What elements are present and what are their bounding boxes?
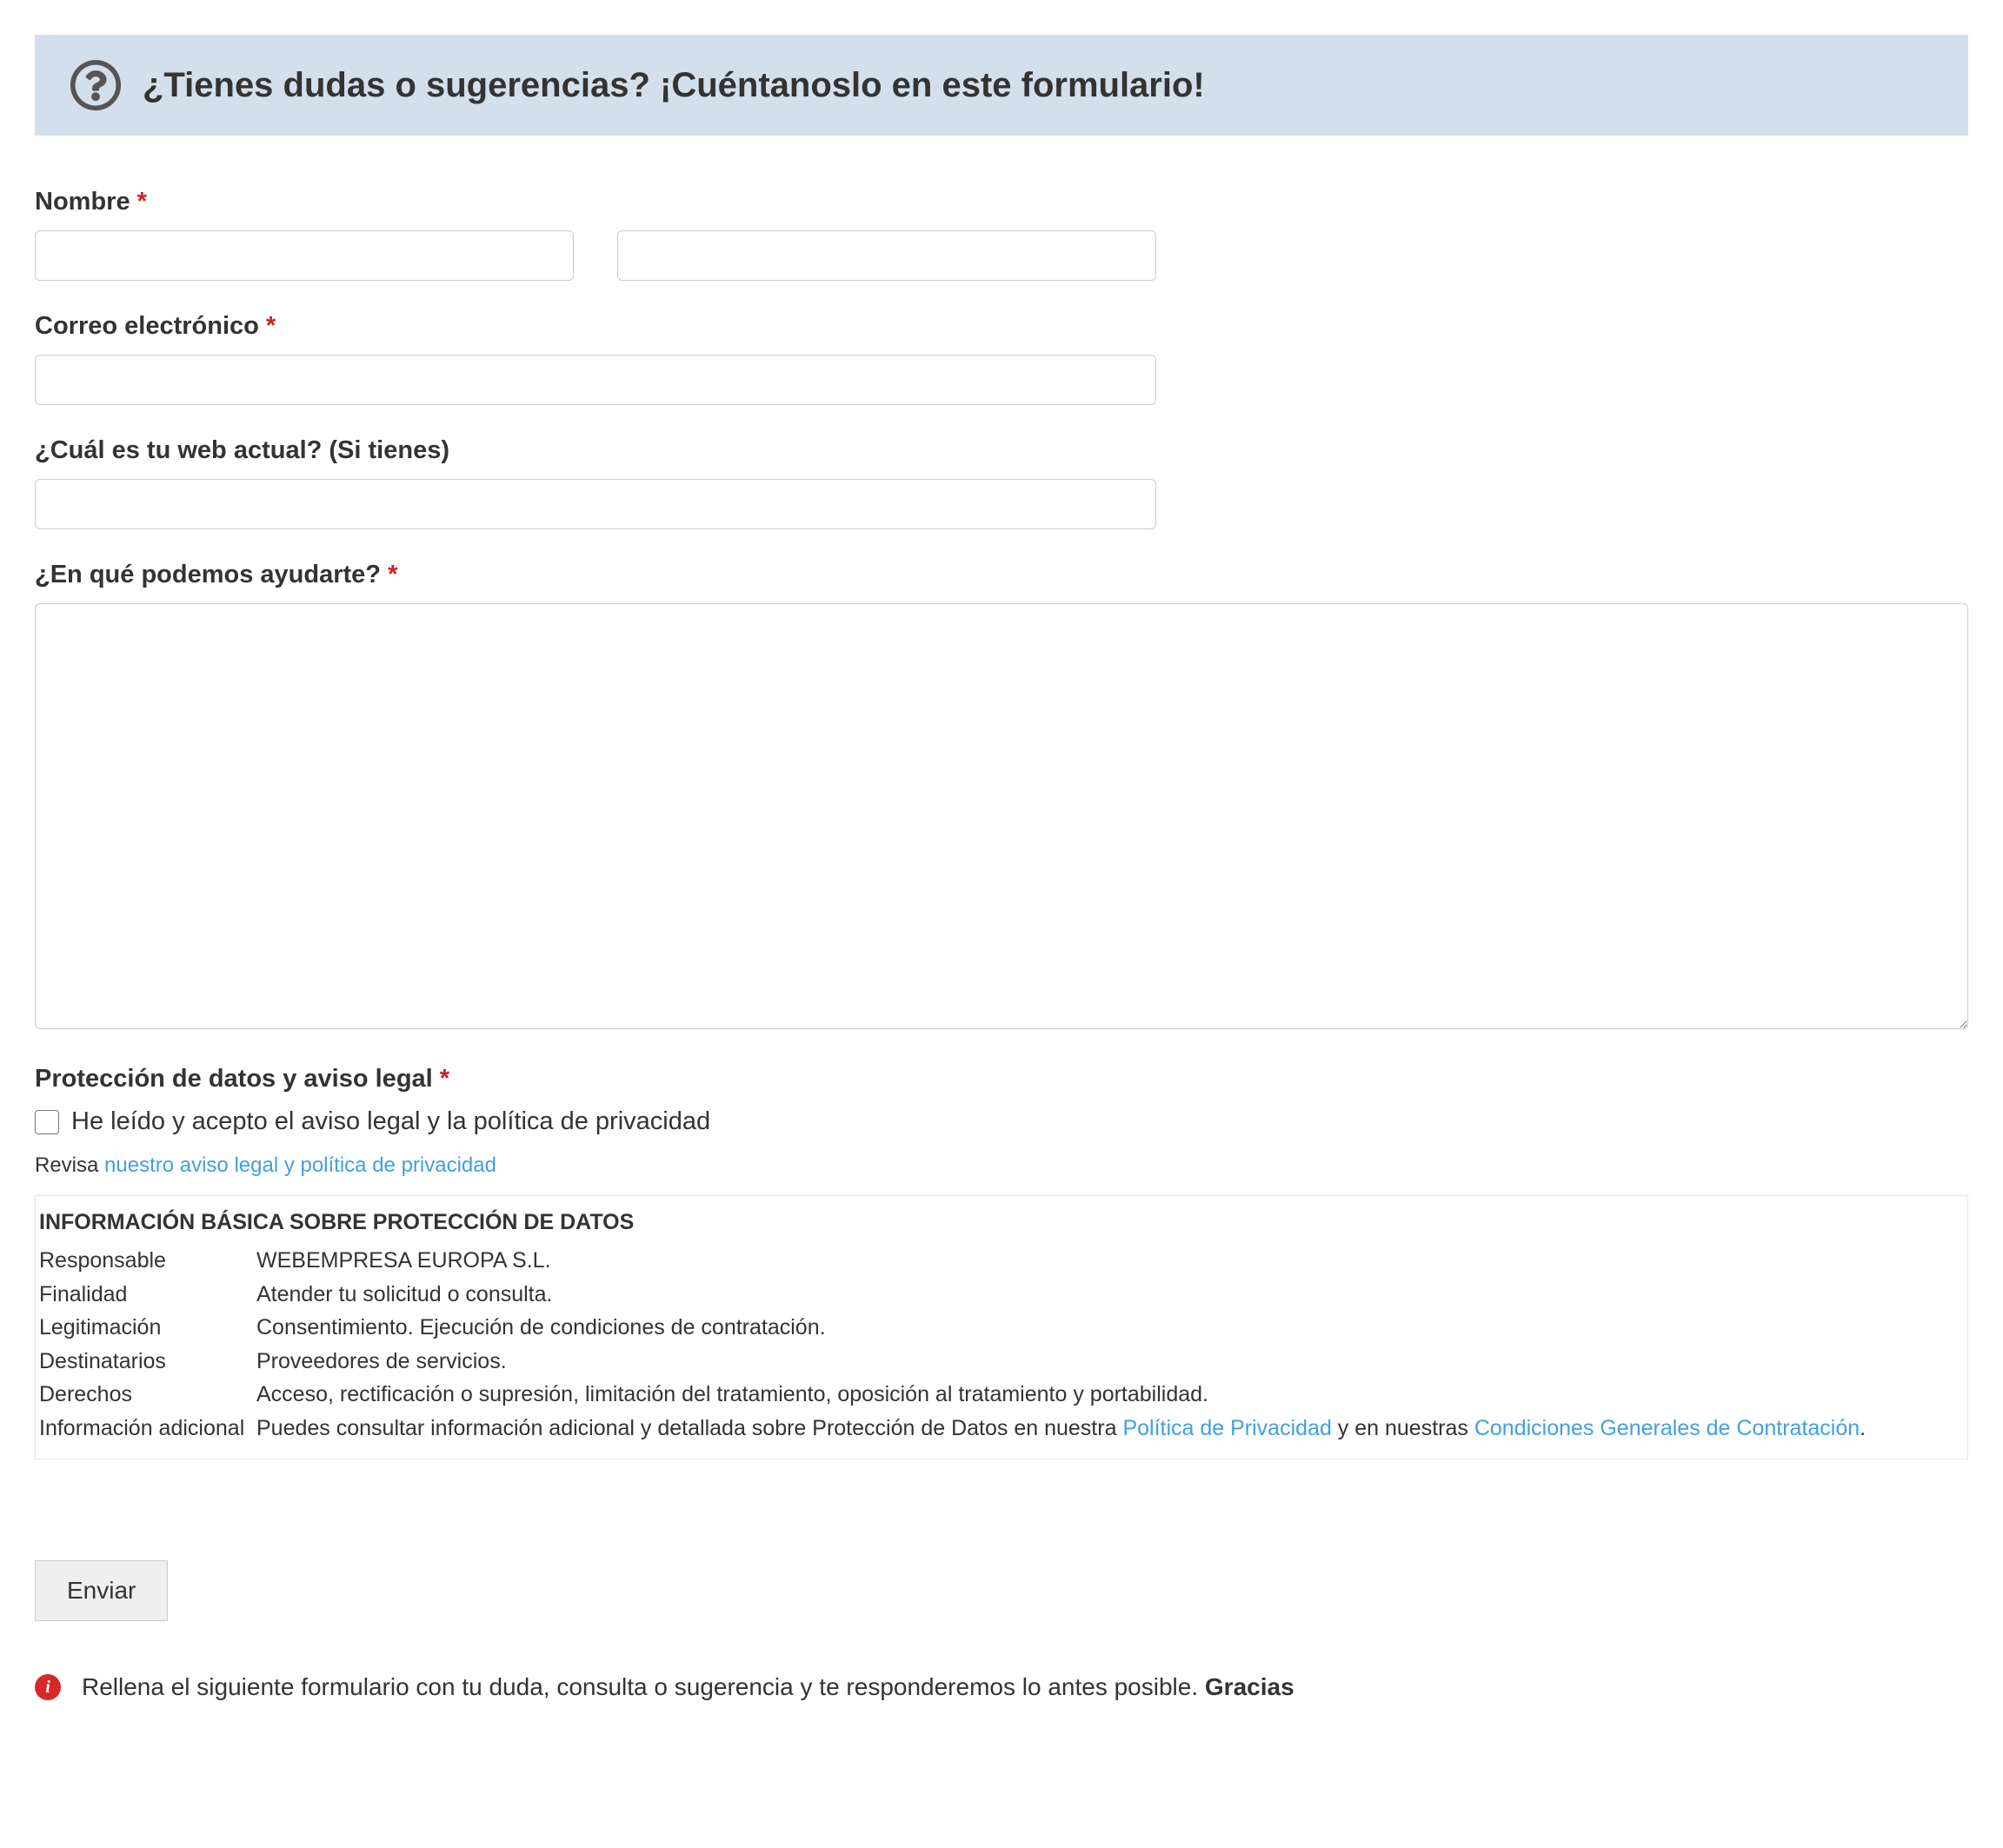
last-name-input[interactable]: [617, 230, 1156, 281]
name-label-text: Nombre: [35, 188, 130, 216]
required-mark: *: [137, 188, 147, 216]
footer-note: i Rellena el siguiente formulario con tu…: [35, 1673, 1968, 1701]
info-key: Finalidad: [36, 1278, 253, 1312]
table-row: ResponsableWEBEMPRESA EUROPA S.L.: [36, 1244, 1967, 1278]
form-title: ¿Tienes dudas o sugerencias? ¡Cuéntanosl…: [143, 66, 1205, 105]
web-label: ¿Cuál es tu web actual? (Si tienes): [35, 436, 1968, 465]
question-circle-icon: [70, 59, 122, 111]
email-group: Correo electrónico *: [35, 312, 1968, 405]
form-header: ¿Tienes dudas o sugerencias? ¡Cuéntanosl…: [35, 35, 1968, 136]
required-mark: *: [388, 561, 397, 588]
checkbox-row: He leído y acepto el aviso legal y la po…: [35, 1107, 1968, 1136]
review-text: Revisa nuestro aviso legal y política de…: [35, 1153, 1968, 1178]
info-key: Derechos: [36, 1378, 253, 1412]
privacy-policy-link[interactable]: Política de Privacidad: [1122, 1416, 1331, 1440]
table-row: DestinatariosProveedores de servicios.: [36, 1345, 1967, 1379]
info-key: Destinatarios: [36, 1345, 253, 1379]
email-label: Correo electrónico *: [35, 312, 1968, 341]
help-label: ¿En qué podemos ayudarte? *: [35, 561, 1968, 589]
info-value-additional: Puedes consultar información adicional y…: [253, 1412, 1967, 1446]
info-value: Consentimiento. Ejecución de condiciones…: [253, 1311, 1967, 1345]
footer-text-body: Rellena el siguiente formulario con tu d…: [82, 1673, 1205, 1700]
footer-text: Rellena el siguiente formulario con tu d…: [82, 1673, 1294, 1701]
info-heading: INFORMACIÓN BÁSICA SOBRE PROTECCIÓN DE D…: [39, 1210, 1967, 1235]
additional-text: Puedes consultar información adicional y…: [256, 1416, 1122, 1440]
email-input[interactable]: [35, 355, 1156, 405]
accept-checkbox[interactable]: [35, 1110, 59, 1134]
info-value: WEBEMPRESA EUROPA S.L.: [253, 1244, 1967, 1278]
help-group: ¿En qué podemos ayudarte? *: [35, 561, 1968, 1034]
table-row: FinalidadAtender tu solicitud o consulta…: [36, 1278, 1967, 1312]
info-value: Acceso, rectificación o supresión, limit…: [253, 1378, 1967, 1412]
footer-text-bold: Gracias: [1205, 1673, 1294, 1700]
table-row: Información adicional Puedes consultar i…: [36, 1412, 1967, 1446]
name-row: [35, 230, 1968, 281]
data-protection-box: INFORMACIÓN BÁSICA SOBRE PROTECCIÓN DE D…: [35, 1195, 1968, 1459]
review-link[interactable]: nuestro aviso legal y política de privac…: [104, 1153, 496, 1177]
submit-button[interactable]: Enviar: [35, 1560, 168, 1621]
checkbox-label: He leído y acepto el aviso legal y la po…: [71, 1107, 710, 1136]
info-table: ResponsableWEBEMPRESA EUROPA S.L. Finali…: [36, 1244, 1967, 1445]
form-container: ¿Tienes dudas o sugerencias? ¡Cuéntanosl…: [35, 35, 1968, 1701]
additional-text: .: [1860, 1416, 1866, 1440]
first-name-input[interactable]: [35, 230, 574, 281]
email-label-text: Correo electrónico: [35, 312, 259, 340]
info-key: Legitimación: [36, 1311, 253, 1345]
legal-label-text: Protección de datos y aviso legal: [35, 1065, 433, 1093]
web-group: ¿Cuál es tu web actual? (Si tienes): [35, 436, 1968, 529]
legal-label: Protección de datos y aviso legal *: [35, 1065, 1968, 1094]
info-icon: i: [35, 1674, 61, 1700]
info-value: Atender tu solicitud o consulta.: [253, 1278, 1967, 1312]
review-prefix: Revisa: [35, 1153, 104, 1177]
legal-group: Protección de datos y aviso legal * He l…: [35, 1065, 1968, 1459]
table-row: LegitimaciónConsentimiento. Ejecución de…: [36, 1311, 1967, 1345]
name-label: Nombre *: [35, 188, 1968, 216]
help-label-text: ¿En qué podemos ayudarte?: [35, 561, 381, 588]
web-input[interactable]: [35, 479, 1156, 529]
additional-text: y en nuestras: [1332, 1416, 1474, 1440]
help-textarea[interactable]: [35, 603, 1968, 1029]
name-group: Nombre *: [35, 188, 1968, 281]
info-value: Proveedores de servicios.: [253, 1345, 1967, 1379]
table-row: DerechosAcceso, rectificación o supresió…: [36, 1378, 1967, 1412]
required-mark: *: [440, 1065, 449, 1093]
info-key: Responsable: [36, 1244, 253, 1278]
terms-link[interactable]: Condiciones Generales de Contratación: [1474, 1416, 1860, 1440]
info-key: Información adicional: [36, 1412, 253, 1446]
required-mark: *: [266, 312, 276, 340]
